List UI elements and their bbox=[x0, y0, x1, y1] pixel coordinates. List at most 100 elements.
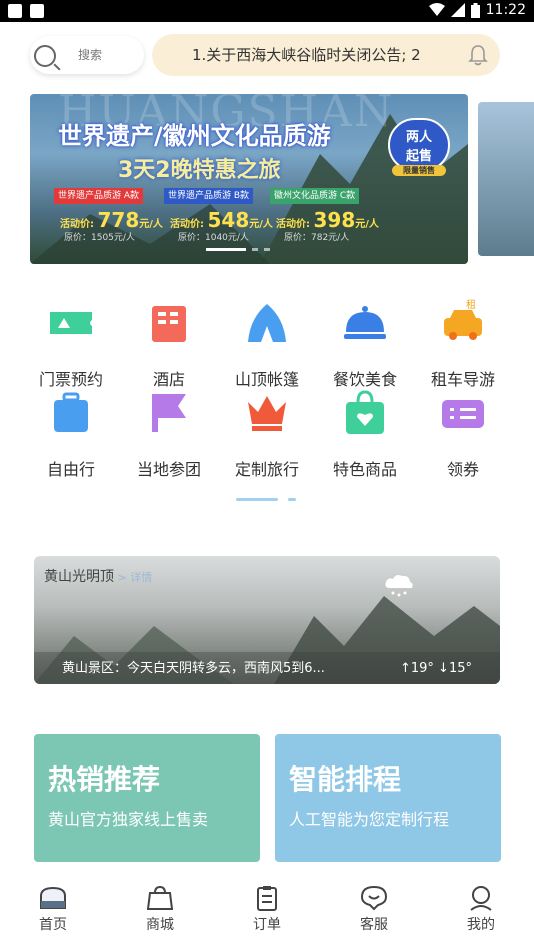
grid-label: 定制旅行 bbox=[234, 460, 299, 479]
banner-orig-price: 原价：782元/人 bbox=[284, 233, 350, 243]
search-icon bbox=[34, 45, 56, 67]
grid-label: 酒店 bbox=[152, 370, 185, 389]
price-unit: 元/人 bbox=[355, 219, 379, 230]
grid-label: 当地参团 bbox=[136, 460, 201, 479]
tab-shop[interactable]: 商城 bbox=[120, 884, 200, 934]
tab-label: 首页 bbox=[39, 917, 67, 933]
weather-text: 黄山景区：今天白天阴转多云，西南风5到6... bbox=[62, 661, 325, 676]
luggage-icon bbox=[54, 392, 88, 432]
next-banner-peek[interactable] bbox=[478, 102, 534, 256]
grid-item-local-group[interactable]: 当地参团 bbox=[120, 388, 218, 480]
search-placeholder: 搜索 bbox=[78, 48, 103, 62]
battery-icon bbox=[470, 2, 480, 18]
grid-item-car[interactable]: 租 租车导游 bbox=[414, 298, 512, 390]
pager-dot bbox=[264, 248, 270, 251]
notification-icon bbox=[30, 4, 44, 18]
price-value: 398 bbox=[313, 208, 356, 232]
grid-label: 餐饮美食 bbox=[332, 370, 397, 389]
price-value: 548 bbox=[207, 208, 250, 232]
status-left bbox=[8, 4, 44, 18]
status-right: 11:22 bbox=[428, 2, 526, 18]
smart-schedule-card[interactable]: 智能排程 人工智能为您定制行程 bbox=[275, 734, 501, 862]
hotel-icon bbox=[152, 306, 186, 342]
crown-icon bbox=[248, 396, 286, 431]
card-title: 智能排程 bbox=[289, 763, 402, 796]
banner-price: 活动价: 548元/人 bbox=[170, 208, 273, 232]
status-time: 11:22 bbox=[485, 2, 526, 18]
tab-home[interactable]: 首页 bbox=[13, 884, 93, 934]
status-bar: 11:22 bbox=[0, 0, 534, 22]
price-label: 活动价: bbox=[170, 219, 208, 230]
notice-bar[interactable]: 1.关于西海大峡谷临时关闭公告; 2 bbox=[152, 34, 500, 76]
promo-banner[interactable]: HUANGSHAN 世界遗产/徽州文化品质游 3天2晚特惠之旅 两人 起售 限量… bbox=[30, 94, 468, 264]
notice-text: 1.关于西海大峡谷临时关闭公告; 2 bbox=[192, 46, 421, 64]
flag-icon bbox=[152, 394, 186, 432]
grid-item-coupon[interactable]: 领券 bbox=[414, 388, 512, 480]
weather-temp: ↑19° ↓15° bbox=[399, 661, 472, 676]
pager-dot bbox=[252, 248, 258, 251]
grid-label: 门票预约 bbox=[38, 370, 103, 389]
grid-label: 山顶帐篷 bbox=[234, 370, 299, 389]
pager-dot bbox=[288, 498, 296, 501]
weather-detail-link[interactable]: > 详情 bbox=[114, 571, 152, 584]
tab-profile[interactable]: 我的 bbox=[441, 884, 521, 934]
price-label: 活动价: bbox=[276, 219, 314, 230]
weather-location-text: 黄山光明顶 bbox=[44, 569, 114, 585]
grid-item-custom-travel[interactable]: 定制旅行 bbox=[218, 388, 316, 480]
price-value: 778 bbox=[97, 208, 140, 232]
tab-label: 我的 bbox=[467, 917, 495, 933]
grid-item-tent[interactable]: 山顶帐篷 bbox=[218, 298, 316, 390]
banner-pager bbox=[206, 248, 270, 251]
banner-title: 世界遗产/徽州文化品质游 bbox=[58, 122, 331, 150]
car-badge: 租 bbox=[466, 298, 476, 311]
weather-card[interactable]: 黄山光明顶 > 详情 黄山景区：今天白天阴转多云，西南风5到6... ↑19° … bbox=[34, 556, 500, 684]
car-icon: 租 bbox=[444, 298, 482, 340]
pager-dot-active bbox=[206, 248, 246, 251]
shop-icon bbox=[146, 885, 174, 910]
signal-icon bbox=[450, 3, 465, 17]
order-icon bbox=[257, 886, 277, 911]
coupon-icon bbox=[442, 400, 484, 428]
service-icon bbox=[360, 885, 388, 911]
tab-label: 客服 bbox=[360, 917, 388, 933]
search-box[interactable]: 搜索 bbox=[30, 36, 144, 74]
tent-icon bbox=[248, 304, 286, 342]
grid-pager bbox=[236, 498, 296, 501]
grid-item-tickets[interactable]: 门票预约 bbox=[22, 298, 120, 390]
grid-item-hotel[interactable]: 酒店 bbox=[120, 298, 218, 390]
profile-icon bbox=[470, 886, 492, 911]
ticket-icon bbox=[50, 312, 92, 334]
banner-orig-price: 原价：1040元/人 bbox=[178, 233, 249, 243]
banner-subtitle: 3天2晚特惠之旅 bbox=[118, 158, 281, 183]
weather-location: 黄山光明顶 > 详情 bbox=[44, 566, 152, 586]
grid-item-free-travel[interactable]: 自由行 bbox=[22, 388, 120, 480]
badge-line2: 起售 bbox=[405, 149, 432, 164]
bell-icon[interactable] bbox=[468, 44, 488, 66]
grid-item-specialty[interactable]: 特色商品 bbox=[316, 388, 414, 480]
tab-label: 订单 bbox=[253, 917, 281, 933]
price-unit: 元/人 bbox=[139, 219, 163, 230]
banner-price: 活动价: 398元/人 bbox=[276, 208, 379, 232]
grid-label: 特色商品 bbox=[332, 460, 397, 479]
food-icon bbox=[344, 306, 386, 339]
badge-line1: 两人 bbox=[405, 130, 432, 145]
banner-orig-price: 原价：1505元/人 bbox=[64, 233, 135, 243]
pager-dot-active bbox=[236, 498, 278, 501]
grid-label: 自由行 bbox=[46, 460, 95, 479]
tab-label: 商城 bbox=[146, 917, 174, 933]
bag-icon bbox=[346, 390, 384, 434]
grid-label: 领券 bbox=[446, 460, 479, 479]
price-label: 活动价: bbox=[60, 219, 98, 230]
banner-tag: 世界遗产品质游 B款 bbox=[164, 188, 254, 204]
hot-recommend-card[interactable]: 热销推荐 黄山官方独家线上售卖 bbox=[34, 734, 260, 862]
notification-icon bbox=[8, 4, 22, 18]
tab-service[interactable]: 客服 bbox=[334, 884, 414, 934]
card-title: 热销推荐 bbox=[48, 763, 161, 796]
bottom-tab-bar: 首页 商城 订单 客服 我的 bbox=[0, 878, 534, 950]
tab-orders[interactable]: 订单 bbox=[227, 884, 307, 934]
grid-label: 租车导游 bbox=[430, 370, 495, 389]
wifi-icon bbox=[428, 3, 445, 16]
grid-item-food[interactable]: 餐饮美食 bbox=[316, 298, 414, 390]
banner-tag: 世界遗产品质游 A款 bbox=[54, 188, 144, 204]
card-subtitle: 黄山官方独家线上售卖 bbox=[48, 810, 209, 829]
